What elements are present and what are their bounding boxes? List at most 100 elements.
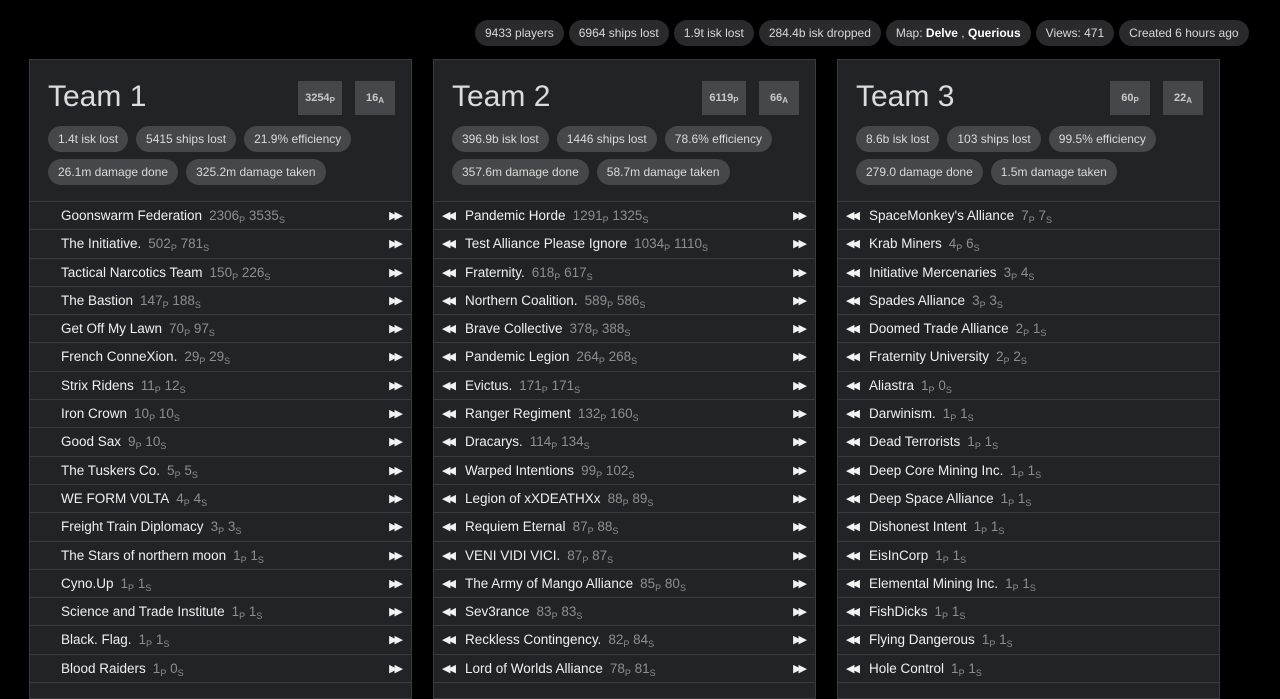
double-arrow-left-icon[interactable]: ◀◀ [846, 542, 860, 570]
alliance-name-link[interactable]: Freight Train Diplomacy [61, 519, 204, 534]
alliance-name-link[interactable]: SpaceMonkey's Alliance [869, 208, 1014, 223]
alliance-name-link[interactable]: Evictus. [465, 378, 512, 393]
double-arrow-right-icon[interactable]: ▶▶ [389, 513, 403, 541]
double-arrow-right-icon[interactable]: ▶▶ [793, 343, 807, 371]
alliance-name-link[interactable]: Initiative Mercenaries [869, 265, 997, 280]
double-arrow-right-icon[interactable]: ▶▶ [793, 315, 807, 343]
alliance-name-link[interactable]: Cyno.Up [61, 576, 114, 591]
alliance-name-link[interactable]: Brave Collective [465, 321, 563, 336]
double-arrow-left-icon[interactable]: ◀◀ [846, 287, 860, 315]
alliance-name-link[interactable]: Get Off My Lawn [61, 321, 162, 336]
double-arrow-right-icon[interactable]: ▶▶ [793, 259, 807, 287]
double-arrow-right-icon[interactable]: ▶▶ [389, 457, 403, 485]
alliance-name-link[interactable]: The Army of Mango Alliance [465, 576, 633, 591]
alliance-name-link[interactable]: Pandemic Horde [465, 208, 566, 223]
double-arrow-right-icon[interactable]: ▶▶ [389, 372, 403, 400]
double-arrow-right-icon[interactable]: ▶▶ [793, 400, 807, 428]
map-system-link[interactable]: Querious [968, 26, 1021, 40]
double-arrow-right-icon[interactable]: ▶▶ [389, 230, 403, 258]
alliance-name-link[interactable]: The Stars of northern moon [61, 548, 226, 563]
double-arrow-left-icon[interactable]: ◀◀ [442, 230, 456, 258]
double-arrow-right-icon[interactable]: ▶▶ [793, 626, 807, 654]
double-arrow-left-icon[interactable]: ◀◀ [846, 655, 860, 683]
alliance-name-link[interactable]: Tactical Narcotics Team [61, 265, 203, 280]
double-arrow-left-icon[interactable]: ◀◀ [442, 315, 456, 343]
double-arrow-right-icon[interactable]: ▶▶ [793, 287, 807, 315]
alliance-name-link[interactable]: Sev3rance [465, 604, 530, 619]
double-arrow-left-icon[interactable]: ◀◀ [442, 457, 456, 485]
double-arrow-right-icon[interactable]: ▶▶ [389, 485, 403, 513]
alliance-name-link[interactable]: Black. Flag. [61, 632, 132, 647]
double-arrow-right-icon[interactable]: ▶▶ [389, 259, 403, 287]
double-arrow-right-icon[interactable]: ▶▶ [793, 513, 807, 541]
alliance-name-link[interactable]: Requiem Eternal [465, 519, 566, 534]
alliance-name-link[interactable]: Reckless Contingency. [465, 632, 601, 647]
double-arrow-right-icon[interactable]: ▶▶ [389, 343, 403, 371]
double-arrow-right-icon[interactable]: ▶▶ [793, 372, 807, 400]
double-arrow-left-icon[interactable]: ◀◀ [846, 259, 860, 287]
double-arrow-left-icon[interactable]: ◀◀ [846, 598, 860, 626]
double-arrow-right-icon[interactable]: ▶▶ [793, 655, 807, 683]
alliance-name-link[interactable]: Goonswarm Federation [61, 208, 202, 223]
alliance-name-link[interactable]: Good Sax [61, 434, 121, 449]
alliance-name-link[interactable]: Krab Miners [869, 236, 942, 251]
double-arrow-left-icon[interactable]: ◀◀ [846, 570, 860, 598]
double-arrow-left-icon[interactable]: ◀◀ [846, 202, 860, 230]
map-system-link[interactable]: Delve [926, 26, 958, 40]
alliance-name-link[interactable]: The Tuskers Co. [61, 463, 160, 478]
double-arrow-right-icon[interactable]: ▶▶ [793, 485, 807, 513]
double-arrow-right-icon[interactable]: ▶▶ [793, 542, 807, 570]
alliance-name-link[interactable]: Spades Alliance [869, 293, 965, 308]
double-arrow-left-icon[interactable]: ◀◀ [442, 343, 456, 371]
double-arrow-left-icon[interactable]: ◀◀ [846, 343, 860, 371]
alliance-name-link[interactable]: Darwinism. [869, 406, 936, 421]
alliance-name-link[interactable]: Strix Ridens [61, 378, 134, 393]
double-arrow-left-icon[interactable]: ◀◀ [442, 400, 456, 428]
double-arrow-left-icon[interactable]: ◀◀ [846, 513, 860, 541]
double-arrow-right-icon[interactable]: ▶▶ [793, 457, 807, 485]
double-arrow-right-icon[interactable]: ▶▶ [389, 428, 403, 456]
double-arrow-right-icon[interactable]: ▶▶ [793, 230, 807, 258]
alliance-name-link[interactable]: Fraternity University [869, 349, 989, 364]
double-arrow-left-icon[interactable]: ◀◀ [846, 230, 860, 258]
double-arrow-left-icon[interactable]: ◀◀ [442, 513, 456, 541]
alliance-name-link[interactable]: Hole Control [869, 661, 944, 676]
alliance-name-link[interactable]: WE FORM V0LTA [61, 491, 169, 506]
alliance-name-link[interactable]: The Initiative. [61, 236, 141, 251]
double-arrow-left-icon[interactable]: ◀◀ [442, 287, 456, 315]
alliance-name-link[interactable]: Dracarys. [465, 434, 523, 449]
double-arrow-left-icon[interactable]: ◀◀ [442, 570, 456, 598]
double-arrow-right-icon[interactable]: ▶▶ [793, 202, 807, 230]
double-arrow-right-icon[interactable]: ▶▶ [389, 570, 403, 598]
double-arrow-right-icon[interactable]: ▶▶ [793, 428, 807, 456]
alliance-name-link[interactable]: Iron Crown [61, 406, 127, 421]
alliance-name-link[interactable]: Elemental Mining Inc. [869, 576, 998, 591]
alliance-name-link[interactable]: Dead Terrorists [869, 434, 960, 449]
alliance-name-link[interactable]: Northern Coalition. [465, 293, 578, 308]
double-arrow-left-icon[interactable]: ◀◀ [846, 372, 860, 400]
alliance-name-link[interactable]: Deep Core Mining Inc. [869, 463, 1003, 478]
double-arrow-left-icon[interactable]: ◀◀ [846, 485, 860, 513]
double-arrow-left-icon[interactable]: ◀◀ [442, 542, 456, 570]
alliance-name-link[interactable]: Doomed Trade Alliance [869, 321, 1009, 336]
double-arrow-left-icon[interactable]: ◀◀ [846, 457, 860, 485]
double-arrow-left-icon[interactable]: ◀◀ [846, 626, 860, 654]
double-arrow-right-icon[interactable]: ▶▶ [389, 315, 403, 343]
double-arrow-left-icon[interactable]: ◀◀ [442, 655, 456, 683]
alliance-name-link[interactable]: Aliastra [869, 378, 914, 393]
alliance-name-link[interactable]: Legion of xXDEATHXx [465, 491, 601, 506]
alliance-name-link[interactable]: FishDicks [869, 604, 928, 619]
alliance-name-link[interactable]: Test Alliance Please Ignore [465, 236, 627, 251]
alliance-name-link[interactable]: Fraternity. [465, 265, 525, 280]
alliance-name-link[interactable]: EisInCorp [869, 548, 928, 563]
double-arrow-right-icon[interactable]: ▶▶ [389, 202, 403, 230]
double-arrow-right-icon[interactable]: ▶▶ [389, 542, 403, 570]
alliance-name-link[interactable]: Blood Raiders [61, 661, 146, 676]
double-arrow-left-icon[interactable]: ◀◀ [442, 372, 456, 400]
double-arrow-left-icon[interactable]: ◀◀ [846, 315, 860, 343]
alliance-name-link[interactable]: Ranger Regiment [465, 406, 571, 421]
double-arrow-left-icon[interactable]: ◀◀ [442, 626, 456, 654]
double-arrow-left-icon[interactable]: ◀◀ [442, 259, 456, 287]
double-arrow-right-icon[interactable]: ▶▶ [793, 570, 807, 598]
double-arrow-right-icon[interactable]: ▶▶ [389, 655, 403, 683]
